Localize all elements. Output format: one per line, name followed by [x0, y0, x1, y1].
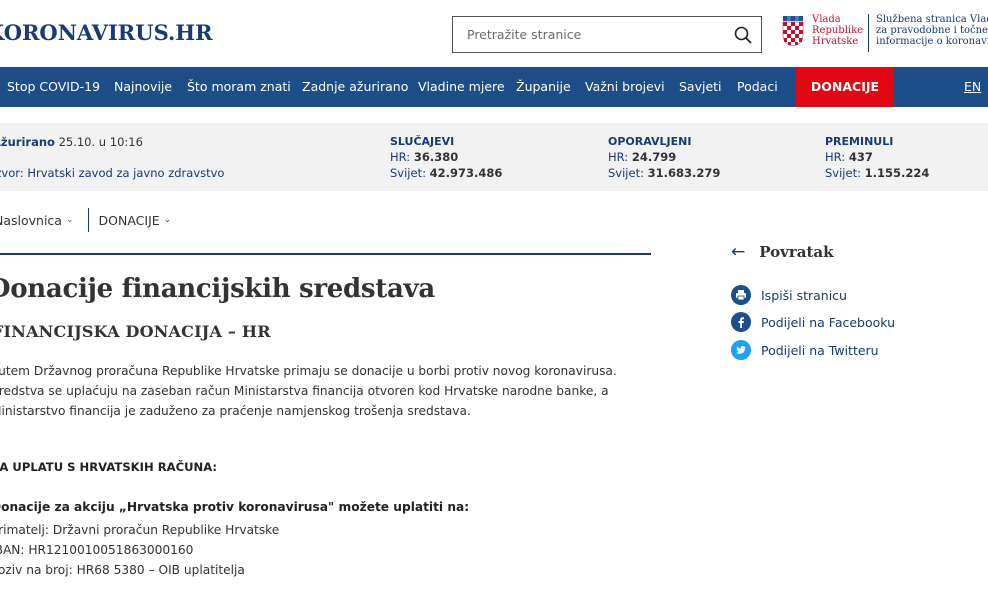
nav-savjeti[interactable]: Savjeti [679, 67, 722, 107]
title-rule [0, 253, 651, 255]
deaths-hr: HR: 437 [825, 150, 873, 164]
back-link[interactable]: ← Povratak [731, 242, 834, 262]
breadcrumb-divider [87, 208, 89, 232]
reference-number: Poziv na broj: HR68 5380 – OIB uplatitel… [0, 563, 245, 577]
official-site-note: Službena stranica Vlade za pravodobne i … [876, 14, 988, 47]
language-switch-en[interactable]: EN [964, 67, 981, 107]
facebook-icon [731, 312, 751, 332]
recovered-world: Svijet: 31.683.279 [608, 166, 721, 180]
search-box [452, 16, 762, 53]
main-navigation: Stop COVID-19 Najnovije Što moram znati … [0, 67, 988, 107]
chevron-down-icon: ⌄ [65, 215, 74, 225]
deaths-world: Svijet: 1.155.224 [825, 166, 930, 180]
intro-paragraph: Putem Državnog proračuna Republike Hrvat… [0, 364, 617, 418]
section-heading: ZA UPLATU S HRVATSKIH RAČUNA: [0, 460, 218, 474]
nav-zupanije[interactable]: Županije [516, 67, 571, 107]
deaths-label: PREMINULI [825, 135, 894, 148]
breadcrumb: Naslovnica ⌄ DONACIJE ⌄ [0, 208, 172, 232]
cases-label: SLUČAJEVI [390, 135, 455, 148]
nav-zadnje-azurirano[interactable]: Zadnje ažurirano [302, 67, 408, 107]
breadcrumb-naslovnica[interactable]: Naslovnica ⌄ [0, 213, 74, 228]
updated-info: Ažurirano 25.10. u 10:16 [0, 135, 143, 149]
recovered-hr: HR: 24.799 [608, 150, 677, 164]
chevron-down-icon: ⌄ [163, 215, 172, 225]
twitter-icon [731, 340, 751, 360]
site-header: KORONAVIRUS.HR Vlada Republike Hrvatske [0, 0, 988, 67]
iban: IBAN: HR1210010051863000160 [0, 543, 194, 557]
search-input[interactable] [453, 17, 725, 52]
page-title: Donacije financijskih sredstava [0, 274, 435, 304]
croatian-coat-of-arms-icon [782, 16, 804, 46]
government-badge[interactable]: Vlada Republike Hrvatske Službena strani… [782, 14, 988, 54]
print-link[interactable]: Ispiši stranicu [731, 285, 847, 305]
nav-donacije-button[interactable]: DONACIJE [796, 67, 894, 107]
twitter-share-link[interactable]: Podijeli na Twitteru [731, 340, 879, 360]
nav-stop-covid[interactable]: Stop COVID-19 [7, 67, 100, 107]
government-name: Vlada Republike Hrvatske [812, 14, 864, 47]
nav-sto-moram-znati[interactable]: Što moram znati [187, 67, 291, 107]
site-logo[interactable]: KORONAVIRUS.HR [0, 20, 213, 45]
nav-najnovije[interactable]: Najnovije [114, 67, 172, 107]
search-icon[interactable] [725, 17, 761, 52]
recipient: Primatelj: Državni proračun Republike Hr… [0, 523, 280, 537]
arrow-left-icon: ← [731, 242, 746, 262]
payment-details: Primatelj: Državni proračun Republike Hr… [0, 520, 279, 580]
cases-world: Svijet: 42.973.486 [390, 166, 503, 180]
breadcrumb-donacije[interactable]: DONACIJE ⌄ [99, 213, 172, 228]
donation-heading: Donacije za akciju „Hrvatska protiv koro… [0, 500, 470, 514]
cases-hr: HR: 36.380 [390, 150, 459, 164]
data-source: Izvor: Hrvatski zavod za javno zdravstvo [0, 166, 225, 180]
printer-icon [731, 285, 751, 305]
page-subtitle: FINANCIJSKA DONACIJA – HR [0, 322, 271, 341]
nav-vazni-brojevi[interactable]: Važni brojevi [585, 67, 665, 107]
statistics-bar: Ažurirano 25.10. u 10:16 Izvor: Hrvatski… [0, 123, 988, 191]
nav-podaci[interactable]: Podaci [737, 67, 778, 107]
nav-vladine-mjere[interactable]: Vladine mjere [418, 67, 505, 107]
recovered-label: OPORAVLJENI [608, 135, 692, 148]
facebook-share-link[interactable]: Podijeli na Facebooku [731, 312, 895, 332]
divider [868, 14, 869, 52]
